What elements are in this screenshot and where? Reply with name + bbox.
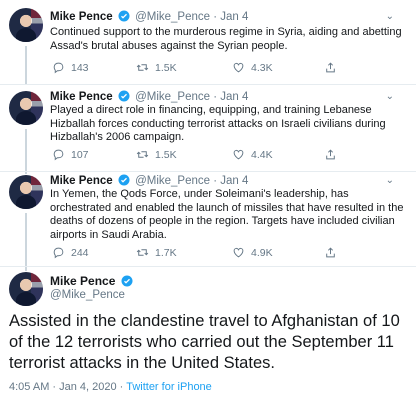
handle[interactable]: @Mike_Pence (135, 91, 210, 103)
retweet-count: 1.5K (155, 61, 177, 74)
retweet-icon (136, 151, 149, 158)
like-count: 4.9K (251, 246, 273, 259)
source-link[interactable]: Twitter for iPhone (126, 381, 212, 393)
verified-badge-icon (118, 10, 130, 22)
handle[interactable]: @Mike_Pence (135, 11, 210, 23)
retweet-button[interactable]: 1.5K (136, 61, 177, 74)
reply-count: 143 (71, 61, 89, 74)
verified-badge-icon (118, 174, 130, 186)
retweet-icon (136, 249, 149, 256)
display-name[interactable]: Mike Pence (50, 11, 113, 23)
share-icon (326, 62, 335, 73)
tweet-actions: 143 1.5K 4.3K (52, 61, 352, 75)
retweet-button[interactable]: 1.5K (136, 148, 177, 161)
retweet-button[interactable]: 1.7K (136, 246, 177, 259)
reply-icon (53, 149, 64, 161)
tweet-text: Played a direct role in financing, equip… (50, 104, 386, 143)
tweet-date[interactable]: · Jan 4 (213, 11, 248, 23)
divider (0, 84, 416, 85)
tweet-text: Assisted in the clandestine travel to Af… (9, 312, 400, 372)
tweet-header: Mike Pence @Mike_Pence · Jan 4 (50, 10, 248, 23)
share-button[interactable] (324, 246, 337, 259)
tweet-date[interactable]: · Jan 4 (213, 91, 248, 103)
display-name[interactable]: Mike Pence (50, 175, 113, 187)
retweet-count: 1.7K (155, 246, 177, 259)
like-count: 4.3K (251, 61, 273, 74)
reply-button[interactable]: 244 (52, 246, 89, 259)
reply-button[interactable]: 107 (52, 148, 89, 161)
like-icon (233, 247, 244, 258)
retweet-icon (136, 64, 149, 71)
tweet-text: Continued support to the murderous regim… (50, 26, 402, 52)
share-button[interactable] (324, 61, 337, 74)
display-name: Mike Pence (50, 274, 135, 288)
like-button[interactable]: 4.3K (232, 61, 273, 74)
like-button[interactable]: 4.4K (232, 148, 273, 161)
share-icon (326, 247, 335, 258)
display-name-text[interactable]: Mike Pence (50, 274, 115, 288)
reply-count: 107 (71, 148, 89, 161)
avatar[interactable] (9, 8, 43, 42)
tweet-actions: 107 1.5K 4.4K (52, 148, 352, 162)
avatar[interactable] (9, 175, 43, 209)
divider (0, 266, 416, 267)
reply-count: 244 (71, 246, 89, 259)
tweet-text: In Yemen, the Qods Force, under Soleiman… (50, 188, 404, 241)
like-icon (233, 149, 244, 160)
thread-line (25, 46, 27, 84)
timestamp[interactable]: 4:05 AM · Jan 4, 2020 · (9, 381, 126, 393)
reply-icon (53, 62, 64, 74)
verified-badge-icon (121, 275, 133, 287)
divider (0, 171, 416, 172)
tweet-header: Mike Pence @Mike_Pence · Jan 4 (50, 90, 248, 103)
verified-badge-icon (118, 90, 130, 102)
display-name[interactable]: Mike Pence (50, 91, 113, 103)
avatar[interactable] (9, 91, 43, 125)
handle[interactable]: @Mike_Pence (135, 175, 210, 187)
like-count: 4.4K (251, 148, 273, 161)
tweet-header: Mike Pence @Mike_Pence · Jan 4 (50, 174, 248, 187)
tweet-timestamp: 4:05 AM · Jan 4, 2020 · Twitter for iPho… (9, 381, 212, 393)
avatar[interactable] (9, 272, 43, 306)
thread-line (25, 129, 27, 174)
thread-line (25, 213, 27, 271)
retweet-count: 1.5K (155, 148, 177, 161)
tweet-actions: 244 1.7K 4.9K (52, 246, 352, 260)
share-button[interactable] (324, 148, 337, 161)
handle[interactable]: @Mike_Pence (50, 289, 125, 301)
chevron-down-icon[interactable]: ⌄ (386, 11, 394, 22)
tweet-date[interactable]: · Jan 4 (213, 175, 248, 187)
chevron-down-icon[interactable]: ⌄ (386, 175, 394, 186)
chevron-down-icon[interactable]: ⌄ (386, 91, 394, 102)
like-button[interactable]: 4.9K (232, 246, 273, 259)
like-icon (233, 62, 244, 73)
share-icon (326, 149, 335, 160)
reply-icon (53, 247, 64, 259)
reply-button[interactable]: 143 (52, 61, 89, 74)
